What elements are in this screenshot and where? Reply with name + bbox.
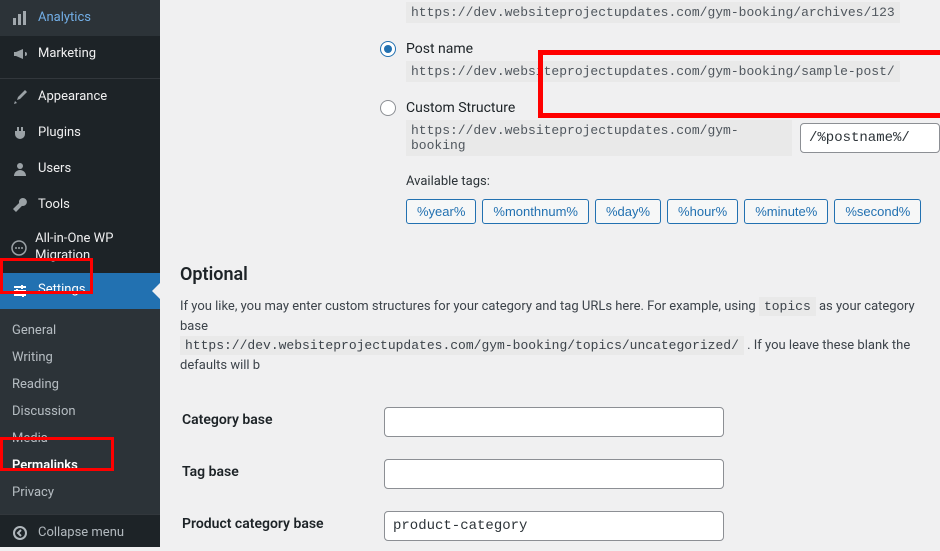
submenu-general[interactable]: General: [0, 317, 160, 344]
menu-item-settings[interactable]: Settings: [0, 273, 160, 309]
submenu-reading[interactable]: Reading: [0, 371, 160, 398]
url-numeric: https://dev.websiteprojectupdates.com/gy…: [406, 2, 900, 23]
optional-desc: If you like, you may enter custom struct…: [180, 297, 940, 375]
radio-label-custom: Custom Structure: [406, 100, 515, 116]
collapse-menu[interactable]: Collapse menu: [0, 514, 160, 551]
menu-label: Appearance: [38, 89, 107, 106]
submenu-writing[interactable]: Writing: [0, 344, 160, 371]
menu-item-allinone[interactable]: All-in-One WP Migration: [0, 223, 160, 273]
dots-icon: [10, 238, 27, 258]
menu-label: Analytics: [38, 10, 91, 27]
menu-label: Plugins: [38, 125, 81, 142]
menu-item-tools[interactable]: Tools: [0, 187, 160, 223]
radio-row-postname: Post name: [380, 41, 940, 57]
menu-item-plugins[interactable]: Plugins: [0, 115, 160, 151]
radio-row-custom: Custom Structure: [380, 100, 940, 116]
submenu-privacy[interactable]: Privacy: [0, 479, 160, 506]
radio-postname[interactable]: [380, 41, 396, 57]
radio-label-postname: Post name: [406, 41, 473, 57]
plug-icon: [10, 123, 30, 143]
product-category-base-input[interactable]: [384, 511, 724, 541]
submenu-media[interactable]: Media: [0, 425, 160, 452]
optional-table: Category base Tag base Product category …: [180, 395, 940, 547]
tag-base-input[interactable]: [384, 459, 724, 489]
main-content: Numeric https://dev.websiteprojectupdate…: [160, 0, 940, 547]
brush-icon: [10, 87, 30, 107]
category-base-input[interactable]: [384, 407, 724, 437]
bars-icon: [10, 8, 30, 28]
tag-minute[interactable]: %minute%: [744, 199, 828, 224]
product-category-base-label: Product category base: [182, 501, 382, 547]
tag-second[interactable]: %second%: [834, 199, 921, 224]
tag-base-label: Tag base: [182, 449, 382, 499]
submenu-permalinks[interactable]: Permalinks: [0, 452, 160, 479]
collapse-label: Collapse menu: [38, 525, 124, 540]
megaphone-icon: [10, 44, 30, 64]
tag-row: %year% %monthnum% %day% %hour% %minute% …: [406, 199, 940, 224]
wrench-icon: [10, 195, 30, 215]
admin-sidebar: Analytics Marketing Appearance Plugins U…: [0, 0, 160, 547]
menu-label: Settings: [38, 282, 85, 299]
menu-item-analytics[interactable]: Analytics: [0, 0, 160, 36]
sliders-icon: [10, 281, 30, 301]
menu-label: All-in-One WP Migration: [35, 231, 152, 265]
submenu-discussion[interactable]: Discussion: [0, 398, 160, 425]
collapse-icon: [10, 523, 30, 543]
custom-structure-input[interactable]: [800, 123, 940, 153]
menu-item-users[interactable]: Users: [0, 151, 160, 187]
menu-label: Tools: [38, 197, 70, 214]
menu-item-appearance[interactable]: Appearance: [0, 79, 160, 115]
tag-year[interactable]: %year%: [406, 199, 476, 224]
radio-custom[interactable]: [380, 100, 396, 116]
url-custom-base: https://dev.websiteprojectupdates.com/gy…: [406, 120, 792, 156]
tag-monthnum[interactable]: %monthnum%: [482, 199, 589, 224]
user-icon: [10, 159, 30, 179]
url-postname: https://dev.websiteprojectupdates.com/gy…: [406, 61, 900, 82]
tag-day[interactable]: %day%: [595, 199, 661, 224]
menu-label: Marketing: [38, 46, 96, 63]
menu-label: Users: [38, 161, 71, 178]
available-tags-label: Available tags:: [406, 174, 940, 189]
tag-hour[interactable]: %hour%: [667, 199, 738, 224]
optional-heading: Optional: [180, 264, 940, 285]
settings-submenu: General Writing Reading Discussion Media…: [0, 309, 160, 514]
menu-item-marketing[interactable]: Marketing: [0, 36, 160, 72]
category-base-label: Category base: [182, 397, 382, 447]
